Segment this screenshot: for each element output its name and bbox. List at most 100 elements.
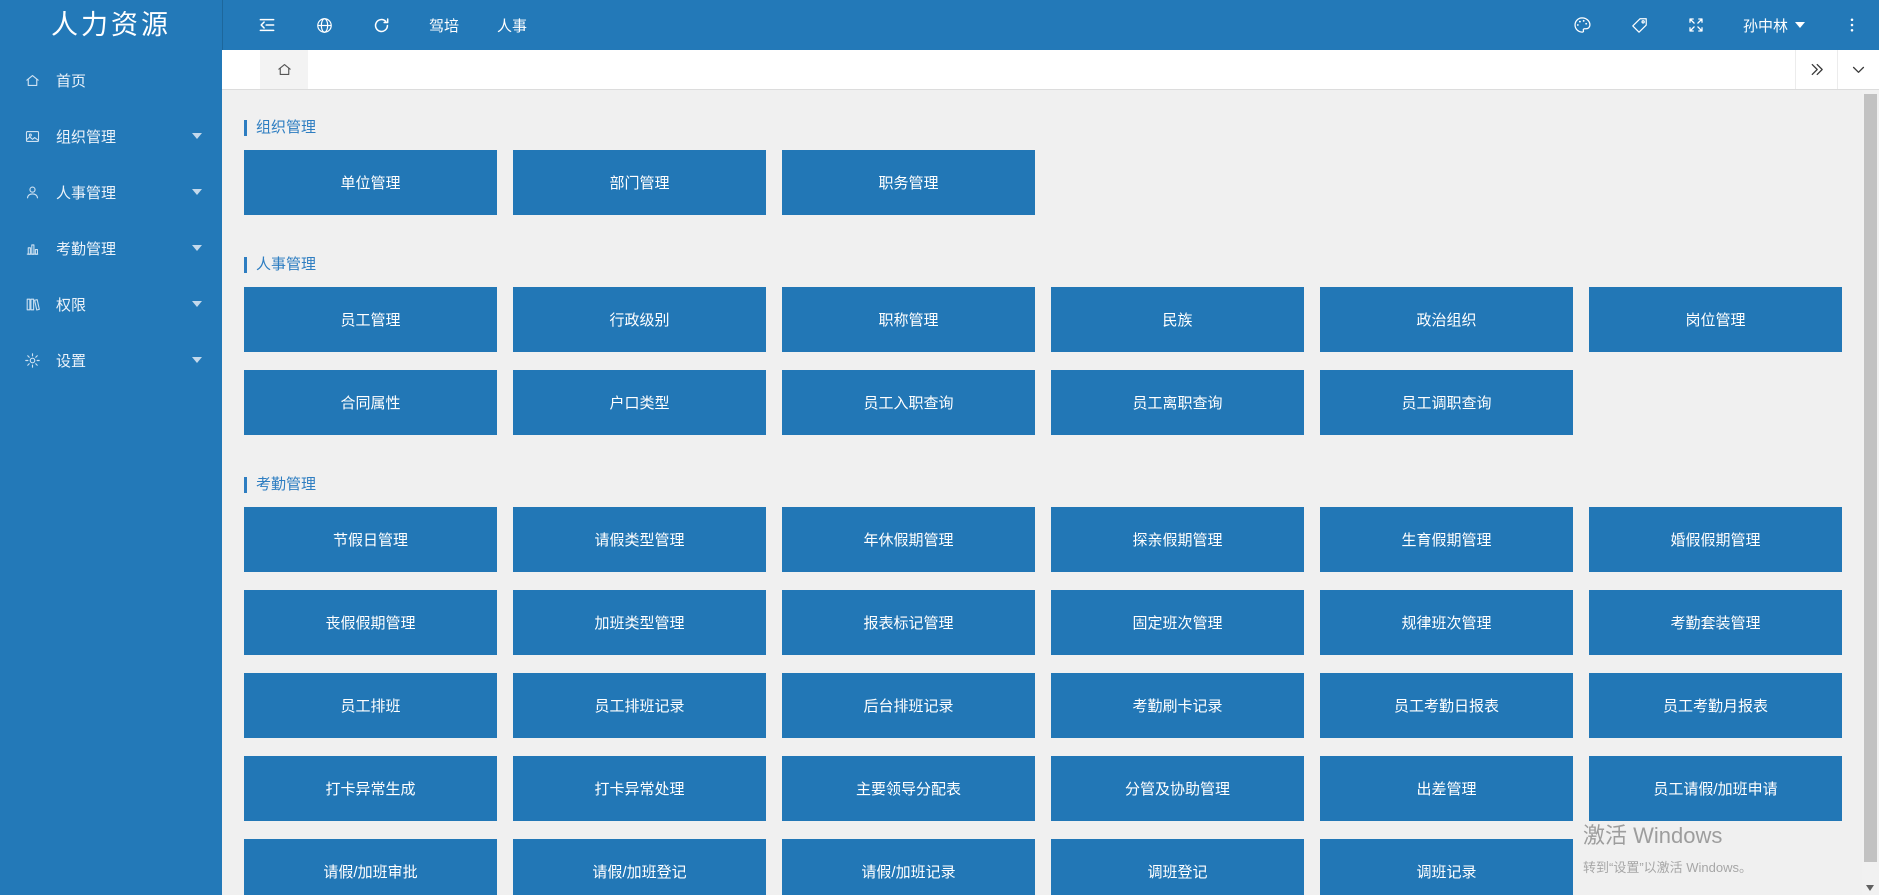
- sidebar-item-home[interactable]: 首页: [0, 52, 222, 108]
- menu-tile[interactable]: 职务管理: [782, 150, 1035, 215]
- menu-tile[interactable]: 岗位管理: [1589, 287, 1842, 352]
- menu-tile[interactable]: 请假/加班记录: [782, 839, 1035, 895]
- gear-icon: [24, 351, 42, 369]
- tab-home[interactable]: [260, 50, 308, 89]
- section-title: 人事管理: [244, 257, 1862, 273]
- menu-tile[interactable]: 调班登记: [1051, 839, 1304, 895]
- tag-icon[interactable]: [1630, 16, 1649, 35]
- menu-tile[interactable]: 固定班次管理: [1051, 590, 1304, 655]
- app-title: 人力资源: [0, 0, 222, 50]
- section-attendance: 考勤管理节假日管理请假类型管理年休假期管理探亲假期管理生育假期管理婚假假期管理丧…: [244, 477, 1862, 895]
- sidebar-item-label: 人事管理: [56, 182, 192, 203]
- sidebar-item-label: 权限: [56, 294, 192, 315]
- menu-tile[interactable]: 后台排班记录: [782, 673, 1035, 738]
- menu-tile[interactable]: 员工请假/加班申请: [1589, 756, 1842, 821]
- menu-tile[interactable]: 员工排班: [244, 673, 497, 738]
- refresh-icon[interactable]: [372, 16, 391, 35]
- chevron-down-icon[interactable]: [1837, 50, 1879, 89]
- menu-tile[interactable]: 部门管理: [513, 150, 766, 215]
- menu-tile[interactable]: 报表标记管理: [782, 590, 1035, 655]
- caret-down-icon: [192, 189, 202, 195]
- section-hr: 人事管理员工管理行政级别职称管理民族政治组织岗位管理合同属性户口类型员工入职查询…: [244, 257, 1862, 435]
- menu-tile[interactable]: 行政级别: [513, 287, 766, 352]
- menu-tile[interactable]: 员工考勤月报表: [1589, 673, 1842, 738]
- menu-tile[interactable]: 分管及协助管理: [1051, 756, 1304, 821]
- menu-tile[interactable]: 年休假期管理: [782, 507, 1035, 572]
- menu-tile[interactable]: 主要领导分配表: [782, 756, 1035, 821]
- sidebar-item-permission[interactable]: 权限: [0, 276, 222, 332]
- scrollbar-thumb[interactable]: [1864, 94, 1877, 862]
- sidebar-item-settings[interactable]: 设置: [0, 332, 222, 388]
- collapse-sidebar-icon[interactable]: [257, 15, 277, 35]
- attendance-icon: [24, 239, 42, 257]
- home-tab-icon: [276, 61, 293, 78]
- menu-tile[interactable]: 考勤套装管理: [1589, 590, 1842, 655]
- person-icon: [24, 183, 42, 201]
- palette-icon[interactable]: [1572, 15, 1592, 35]
- button-grid: 员工管理行政级别职称管理民族政治组织岗位管理合同属性户口类型员工入职查询员工离职…: [244, 287, 1862, 435]
- section-title: 考勤管理: [244, 477, 1862, 493]
- sidebar-item-hr[interactable]: 人事管理: [0, 164, 222, 220]
- menu-tile[interactable]: 打卡异常处理: [513, 756, 766, 821]
- menu-tile[interactable]: 节假日管理: [244, 507, 497, 572]
- caret-down-icon: [192, 357, 202, 363]
- section-title: 组织管理: [244, 120, 1862, 136]
- topbar-nav-renshi[interactable]: 人事: [497, 15, 527, 36]
- menu-tile[interactable]: 民族: [1051, 287, 1304, 352]
- tabbar: [222, 50, 1879, 90]
- menu-tile[interactable]: 员工入职查询: [782, 370, 1035, 435]
- sidebar-item-label: 考勤管理: [56, 238, 192, 259]
- topbar-nav-jiapei[interactable]: 驾培: [429, 15, 459, 36]
- sections-container: 组织管理单位管理部门管理职务管理人事管理员工管理行政级别职称管理民族政治组织岗位…: [244, 120, 1862, 895]
- vertical-scrollbar[interactable]: [1862, 90, 1879, 895]
- menu-tile[interactable]: 员工调职查询: [1320, 370, 1573, 435]
- username: 孙中林: [1743, 15, 1788, 36]
- caret-down-icon: [192, 133, 202, 139]
- section-org: 组织管理单位管理部门管理职务管理: [244, 120, 1862, 215]
- menu-tile[interactable]: 生育假期管理: [1320, 507, 1573, 572]
- menu-tile[interactable]: 探亲假期管理: [1051, 507, 1304, 572]
- menu-tile[interactable]: 打卡异常生成: [244, 756, 497, 821]
- menu-tile[interactable]: 职称管理: [782, 287, 1035, 352]
- topbar-left: 驾培 人事: [223, 15, 527, 36]
- topbar-right: 孙中林: [1572, 15, 1879, 36]
- menu-tile[interactable]: 调班记录: [1320, 839, 1573, 895]
- menu-tile[interactable]: 合同属性: [244, 370, 497, 435]
- tab-controls: [1795, 50, 1879, 89]
- globe-icon[interactable]: [315, 16, 334, 35]
- menu-tile[interactable]: 请假/加班审批: [244, 839, 497, 895]
- caret-down-icon: [192, 245, 202, 251]
- menu-tile[interactable]: 请假类型管理: [513, 507, 766, 572]
- menu-tile[interactable]: 丧假假期管理: [244, 590, 497, 655]
- caret-down-icon: [192, 301, 202, 307]
- menu-tile[interactable]: 加班类型管理: [513, 590, 766, 655]
- menu-tile[interactable]: 考勤刷卡记录: [1051, 673, 1304, 738]
- sidebar-item-label: 设置: [56, 350, 192, 371]
- caret-down-icon: [1795, 22, 1805, 28]
- user-menu[interactable]: 孙中林: [1743, 15, 1805, 36]
- sidebar-item-label: 首页: [56, 70, 202, 91]
- menu-tile[interactable]: 员工排班记录: [513, 673, 766, 738]
- menu-tile[interactable]: 员工离职查询: [1051, 370, 1304, 435]
- org-icon: [24, 127, 42, 145]
- sidebar-item-attendance[interactable]: 考勤管理: [0, 220, 222, 276]
- topbar: 驾培 人事 孙中林: [222, 0, 1879, 50]
- double-arrow-right-icon[interactable]: [1795, 50, 1837, 89]
- menu-tile[interactable]: 出差管理: [1320, 756, 1573, 821]
- menu-tile[interactable]: 请假/加班登记: [513, 839, 766, 895]
- menu-tile[interactable]: 婚假假期管理: [1589, 507, 1842, 572]
- menu-tile[interactable]: 员工考勤日报表: [1320, 673, 1573, 738]
- permission-icon: [24, 295, 42, 313]
- menu-tile[interactable]: 员工管理: [244, 287, 497, 352]
- scrollbar-down-arrow-icon[interactable]: [1866, 885, 1874, 891]
- main-content: 组织管理单位管理部门管理职务管理人事管理员工管理行政级别职称管理民族政治组织岗位…: [222, 90, 1862, 895]
- sidebar-item-org[interactable]: 组织管理: [0, 108, 222, 164]
- fullscreen-icon[interactable]: [1687, 16, 1705, 34]
- button-grid: 单位管理部门管理职务管理: [244, 150, 1862, 215]
- menu-tile[interactable]: 政治组织: [1320, 287, 1573, 352]
- menu-tile[interactable]: 单位管理: [244, 150, 497, 215]
- menu-tile[interactable]: 规律班次管理: [1320, 590, 1573, 655]
- home-icon: [24, 71, 42, 89]
- menu-tile[interactable]: 户口类型: [513, 370, 766, 435]
- kebab-menu-icon[interactable]: [1843, 16, 1861, 34]
